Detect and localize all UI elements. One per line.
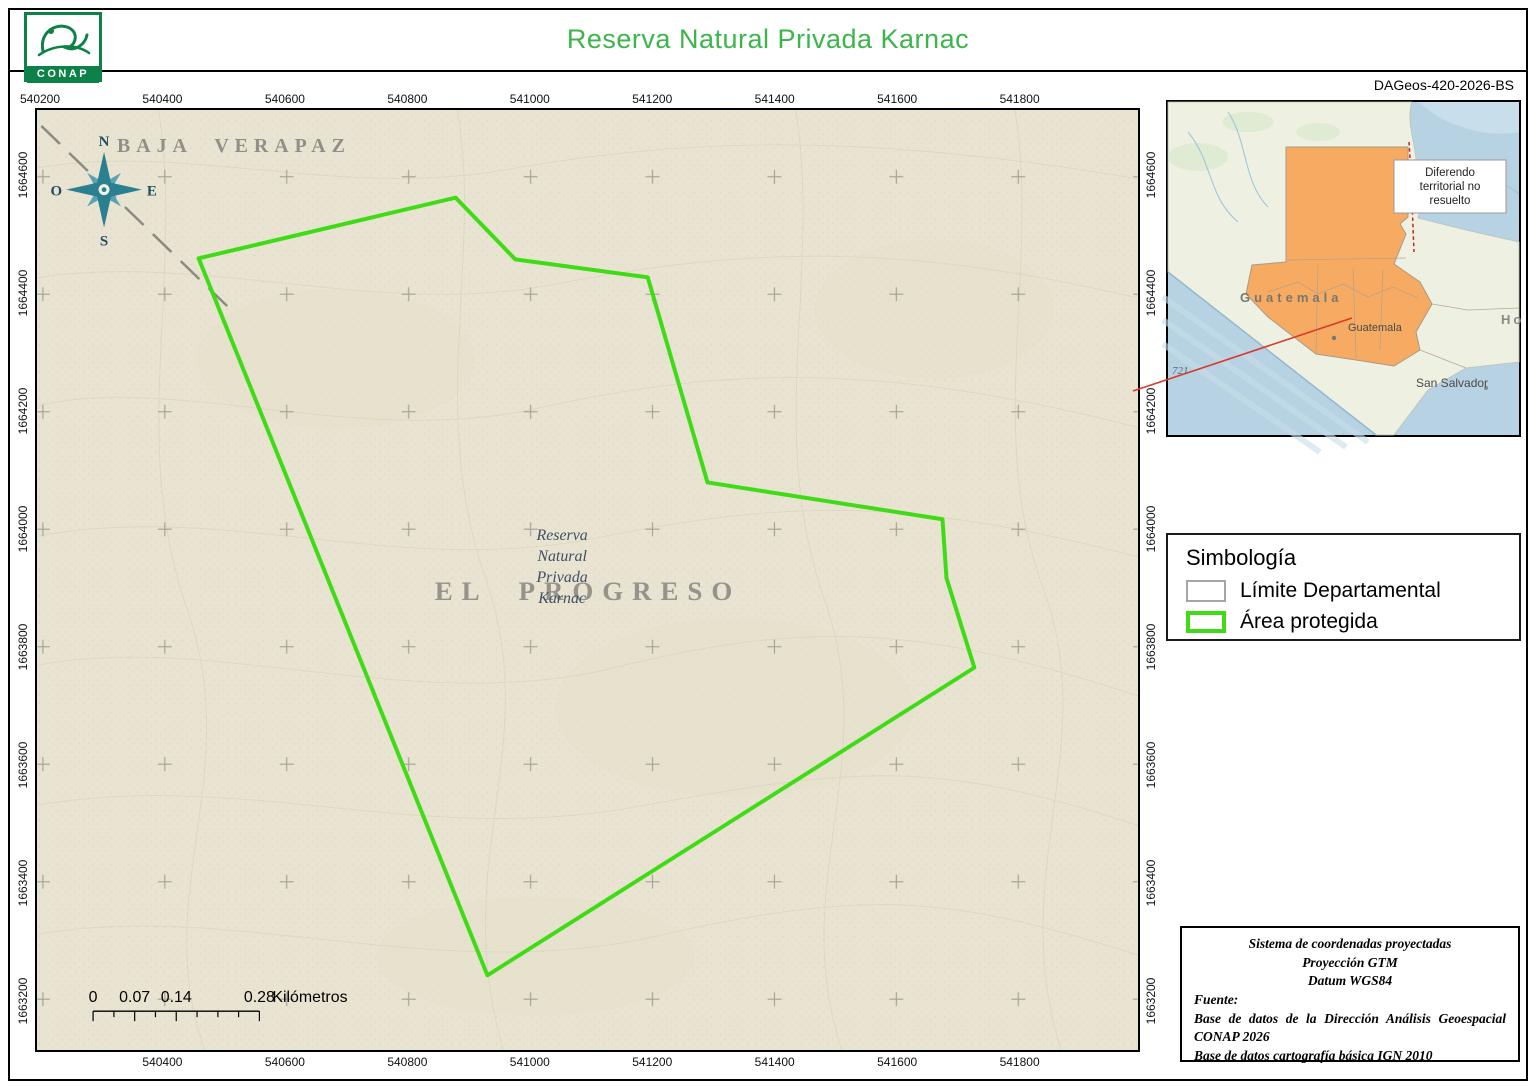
grid-label-right: 1663800 [1144, 623, 1158, 671]
scale-tick-0: 0 [89, 989, 98, 1006]
credits-datum: Datum WGS84 [1307, 973, 1393, 989]
page-title: Reserva Natural Privada Karnac [566, 24, 970, 54]
inset-capital-label: Guatemala [1348, 322, 1403, 334]
grid-label-left: 1663800 [16, 623, 30, 671]
compass-east-label: E [147, 184, 157, 200]
main-map: BAJA VERAPAZ EL PROGRESO Reserva Natural… [37, 110, 1138, 1050]
credits-coord-system: Sistema de coordenadas proyectadas [1248, 936, 1452, 951]
grid-label-bottom: 541400 [754, 1055, 795, 1069]
department-label-el-progreso: EL PROGRESO [435, 576, 741, 606]
legend-item-protected: Área protegida [1186, 610, 1501, 634]
legend-swatch-protected [1186, 611, 1226, 633]
legend-box: Simbología Límite Departamental Área pro… [1166, 533, 1521, 641]
grid-label-top: 540200 [19, 92, 61, 106]
scale-tick-3: 0.28 [244, 989, 275, 1006]
grid-label-top: 541200 [632, 92, 673, 106]
credits-source-label: Fuente: [1194, 991, 1239, 1007]
grid-label-right: 1663200 [1144, 977, 1158, 1025]
legend-label-departamental: Límite Departamental [1240, 579, 1441, 602]
svg-text:territorial no: territorial no [1420, 181, 1481, 193]
svg-text:resuelto: resuelto [1430, 195, 1471, 207]
grid-label-right: 1664600 [1144, 151, 1158, 199]
grid-label-bottom: 541000 [509, 1055, 550, 1069]
credits-box: Sistema de coordenadas proyectadas Proye… [1180, 926, 1520, 1063]
legend-label-protected: Área protegida [1240, 610, 1378, 633]
document-code: DAGeos-420-2026-BS [1373, 77, 1514, 93]
inset-honduras-label: Ho [1501, 312, 1524, 327]
svg-text:Natural: Natural [536, 548, 587, 565]
svg-text:Karnac: Karnac [537, 590, 586, 607]
compass-west-label: O [50, 184, 62, 200]
grid-label-left: 1664200 [16, 387, 30, 435]
inset-country-label: Guatemala [1240, 290, 1342, 305]
scale-unit-label: Kilómetros [272, 989, 347, 1006]
compass-north-label: N [99, 134, 110, 150]
credits-projection: Proyección GTM [1302, 954, 1398, 970]
grid-label-top: 540600 [264, 92, 305, 106]
grid-label-right: 1663600 [1144, 741, 1158, 789]
scale-tick-1: 0.07 [119, 989, 150, 1006]
grid-label-left: 1663600 [16, 741, 30, 789]
inset-locator-map: Guatemala Guatemala San Salvador Ho 721 … [1132, 100, 1521, 455]
inset-san-salvador-label: San Salvador [1416, 376, 1488, 390]
grid-label-left: 1663200 [16, 977, 30, 1025]
department-label-baja-verapaz: BAJA VERAPAZ [117, 135, 351, 157]
grid-label-bottom: 541800 [999, 1055, 1040, 1069]
svg-text:Privada: Privada [535, 569, 587, 586]
legend-title: Simbología [1186, 545, 1297, 570]
grid-label-right: 1664400 [1144, 269, 1158, 317]
svg-text:Reserva: Reserva [535, 527, 587, 544]
grid-label-top: 541000 [509, 92, 550, 106]
grid-label-top: 541800 [999, 92, 1040, 106]
grid-label-right: 1664200 [1144, 387, 1158, 435]
svg-text:Diferendo: Diferendo [1425, 167, 1475, 179]
header-divider [8, 70, 1528, 72]
grid-label-left: 1663400 [16, 859, 30, 907]
grid-label-left: 1664000 [16, 505, 30, 553]
grid-label-left: 1664400 [16, 269, 30, 317]
grid-label-top: 541400 [754, 92, 795, 106]
map-sheet: CONAP Reserva Natural Privada Karnac DAG… [0, 0, 1536, 1089]
conap-logo-text: CONAP [27, 66, 99, 83]
credits-source-line-2: Base de datos cartografía básica IGN 201… [1194, 1047, 1433, 1063]
scale-tick-2: 0.14 [161, 989, 192, 1006]
grid-label-bottom: 540600 [264, 1055, 305, 1069]
grid-label-bottom: 541200 [632, 1055, 673, 1069]
legend-item-departmental: Límite Departamental [1186, 579, 1501, 603]
inset-grid-ref-label: 721 [1172, 365, 1189, 377]
main-map-frame: BAJA VERAPAZ EL PROGRESO Reserva Natural… [35, 108, 1140, 1052]
grid-label-right: 1663400 [1144, 859, 1158, 907]
conap-logo-art-icon [27, 15, 99, 66]
inset-map-canvas: Guatemala Guatemala San Salvador Ho 721 … [1132, 101, 1521, 455]
disputed-territory-callout: Diferendo territorial no resuelto [1393, 159, 1507, 214]
conap-logo: CONAP [24, 12, 102, 83]
grid-label-right: 1664000 [1144, 505, 1158, 553]
grid-label-top: 540400 [142, 92, 183, 106]
grid-label-bottom: 540800 [387, 1055, 428, 1069]
compass-south-label: S [100, 233, 108, 249]
grid-label-top: 541600 [877, 92, 918, 106]
credits-source-line-1: Base de datos de la Dirección Análisis G… [1194, 1010, 1506, 1045]
grid-label-bottom: 541600 [877, 1055, 918, 1069]
grid-label-bottom: 540400 [142, 1055, 183, 1069]
legend-swatch-departmental [1186, 580, 1226, 602]
grid-label-left: 1664600 [16, 151, 30, 199]
guatemala-city-dot [1331, 335, 1337, 341]
grid-label-top: 540800 [387, 92, 428, 106]
